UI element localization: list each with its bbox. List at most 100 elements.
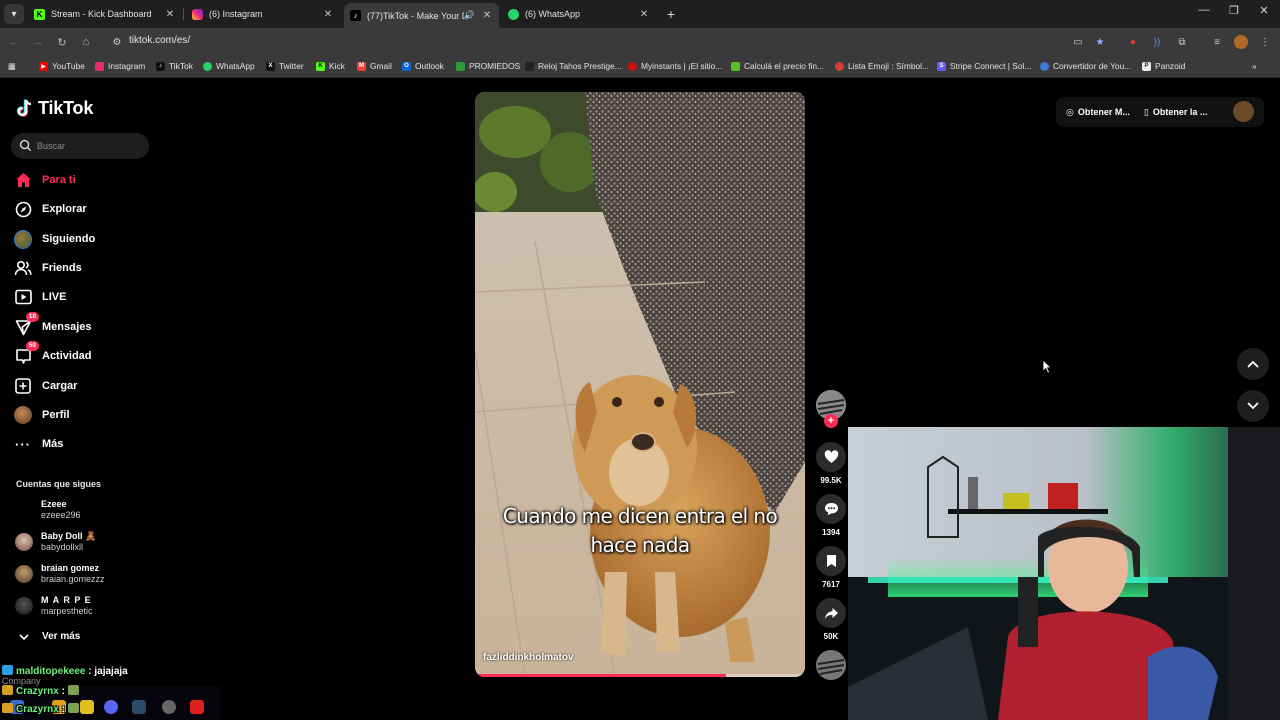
video-player[interactable]: Cuando me dicen entra el no hace nada fa… bbox=[475, 92, 805, 677]
tiktok-logo[interactable]: TikTok bbox=[16, 98, 93, 119]
reload-icon[interactable]: ↻ bbox=[54, 34, 70, 50]
get-coins-button[interactable]: ◎ Obtener M... bbox=[1066, 107, 1130, 118]
nav-perfil[interactable]: Perfil bbox=[14, 404, 70, 426]
bookmark-youtube[interactable]: ▶ YouTube bbox=[39, 61, 85, 71]
nav-siguiendo[interactable]: Siguiendo bbox=[14, 228, 95, 250]
close-icon[interactable]: ✕ bbox=[481, 10, 493, 21]
music-disc[interactable] bbox=[814, 650, 848, 680]
bookmark-outlook[interactable]: O Outlook bbox=[402, 61, 444, 71]
explorer-icon[interactable] bbox=[80, 700, 94, 714]
nav-cargar[interactable]: Cargar bbox=[14, 375, 77, 397]
tab-tiktok[interactable]: ♪ (77)TikTok - Make Your Day 🔊 ✕ bbox=[344, 3, 499, 28]
extensions-puzzle-icon[interactable]: ⧉ bbox=[1175, 35, 1189, 49]
home-page-icon[interactable]: ⌂ bbox=[78, 34, 94, 50]
forward-arrow-icon[interactable]: → bbox=[30, 34, 46, 50]
bookmark-myinstants[interactable]: Myinstants | ¡El sitio... bbox=[628, 61, 722, 71]
comment-button[interactable]: 1394 bbox=[814, 494, 848, 537]
nav-label: Actividad bbox=[42, 350, 92, 362]
share-button[interactable]: 50K bbox=[814, 598, 848, 641]
search-input[interactable] bbox=[37, 138, 142, 154]
restore-icon[interactable]: ❐ bbox=[1224, 4, 1244, 17]
youtube-icon[interactable] bbox=[190, 700, 204, 714]
reading-list-icon[interactable]: ≡ bbox=[1210, 35, 1224, 49]
site-info-icon[interactable]: ⚙ bbox=[110, 35, 124, 49]
minimize-icon[interactable]: — bbox=[1194, 4, 1214, 16]
bookmark-twitter[interactable]: X Twitter bbox=[266, 61, 304, 71]
nav-mensajes[interactable]: 18 Mensajes bbox=[14, 312, 92, 338]
extension-audio-icon[interactable]: )) bbox=[1150, 35, 1164, 49]
user-avatar[interactable] bbox=[1233, 101, 1254, 122]
following-account[interactable]: M A R P E marpesthetic bbox=[15, 595, 93, 617]
bookmark-whatsapp[interactable]: WhatsApp bbox=[203, 61, 255, 71]
nav-mas[interactable]: ··· Más bbox=[14, 433, 63, 455]
url-field[interactable]: ⚙ tiktok.com/es/ bbox=[104, 31, 1104, 53]
tab-search-icon[interactable]: ▾ bbox=[4, 4, 24, 24]
apps-grid-icon[interactable]: ▦ bbox=[8, 61, 16, 71]
creator-follow[interactable]: + bbox=[814, 390, 848, 430]
see-more-button[interactable]: Ver más bbox=[19, 631, 80, 642]
following-account[interactable]: Baby Doll 🧸 babydollxll bbox=[15, 531, 96, 553]
search-box[interactable] bbox=[11, 133, 149, 159]
bookmark-panzoid[interactable]: P Panzoid bbox=[1142, 61, 1185, 71]
bookmark-promiedos[interactable]: PROMIEDOS bbox=[456, 61, 520, 71]
like-button[interactable]: 99.5K bbox=[814, 442, 848, 485]
nav-live[interactable]: LIVE bbox=[14, 286, 66, 308]
chat-message: Crazyrnx : bbox=[2, 685, 82, 697]
video-progress-fill bbox=[475, 674, 726, 677]
bookmark-calcula[interactable]: Calculá el precio fin... bbox=[731, 61, 824, 71]
emote-icon bbox=[67, 703, 79, 713]
chevron-up-icon bbox=[1247, 360, 1259, 368]
close-icon[interactable]: ✕ bbox=[638, 9, 650, 20]
close-icon[interactable]: ✕ bbox=[322, 9, 334, 20]
profile-avatar-icon[interactable] bbox=[1234, 35, 1248, 49]
get-app-button[interactable]: ▯ Obtener la ... bbox=[1144, 107, 1207, 118]
tab-instagram[interactable]: (6) Instagram ✕ bbox=[186, 3, 340, 25]
avatar bbox=[15, 501, 33, 519]
discord-icon[interactable] bbox=[104, 700, 118, 714]
steam-icon[interactable] bbox=[132, 700, 146, 714]
bookmark-emoji[interactable]: Lista Emoji : Símbol... bbox=[835, 61, 929, 71]
close-icon[interactable]: ✕ bbox=[164, 9, 176, 20]
tiktok-page: TikTok Para ti Explorar Siguiendo Friend… bbox=[0, 78, 1280, 720]
cast-icon[interactable]: ▭ bbox=[1071, 35, 1085, 49]
nav-para-ti[interactable]: Para ti bbox=[14, 169, 76, 191]
bookmark-convertidor[interactable]: Convertidor de You... bbox=[1040, 61, 1131, 71]
more-bookmarks-icon[interactable]: » bbox=[1252, 61, 1257, 71]
bookmark-stripe[interactable]: S Stripe Connect | Sol... bbox=[937, 61, 1031, 71]
nav-friends[interactable]: Friends bbox=[14, 257, 82, 279]
share-count: 50K bbox=[823, 632, 839, 641]
video-progress-bar[interactable] bbox=[475, 674, 805, 677]
bookmark-reloj[interactable]: Reloj Tahos Prestige... bbox=[525, 61, 622, 71]
new-tab-button[interactable]: + bbox=[662, 5, 680, 23]
following-account[interactable]: Ezeee ezeee296 bbox=[15, 499, 81, 521]
tab-whatsapp[interactable]: (6) WhatsApp ✕ bbox=[502, 3, 656, 25]
next-video-button[interactable] bbox=[1237, 390, 1269, 422]
obs-icon[interactable] bbox=[162, 700, 176, 714]
youtube-icon: ▶ bbox=[39, 61, 48, 71]
chat-message: Crazyrnx : bbox=[2, 703, 82, 715]
extension-red-icon[interactable]: ● bbox=[1126, 35, 1140, 49]
tab-title: (77)TikTok - Make Your Day bbox=[367, 10, 464, 21]
avatar bbox=[15, 597, 33, 615]
follow-plus-icon[interactable]: + bbox=[824, 414, 838, 428]
previous-video-button[interactable] bbox=[1237, 348, 1269, 380]
back-arrow-icon[interactable]: ← bbox=[6, 34, 22, 50]
bookmark-star-icon[interactable]: ★ bbox=[1093, 35, 1107, 49]
avatar bbox=[15, 565, 33, 583]
kebab-menu-icon[interactable]: ⋮ bbox=[1258, 35, 1272, 49]
nav-explorar[interactable]: Explorar bbox=[14, 198, 87, 220]
video-author[interactable]: fazliddinkholmatov bbox=[483, 652, 574, 663]
nav-actividad[interactable]: 59 Actividad bbox=[14, 341, 92, 367]
tab-kick-dashboard[interactable]: K Stream - Kick Dashboard ✕ bbox=[28, 3, 182, 25]
speaker-icon[interactable]: 🔊 bbox=[464, 10, 475, 21]
chat-badge-icon bbox=[2, 685, 13, 695]
bookmark-instagram[interactable]: Instagram bbox=[95, 61, 145, 71]
following-account[interactable]: braian gomez braian.gomezzz bbox=[15, 563, 105, 585]
top-right-bar: ◎ Obtener M... ▯ Obtener la ... bbox=[1056, 97, 1264, 127]
bookmark-gmail[interactable]: M Gmail bbox=[357, 61, 392, 71]
bookmark-tiktok[interactable]: ♪ TikTok bbox=[156, 61, 193, 71]
bookmark-kick[interactable]: K Kick bbox=[316, 61, 345, 71]
save-button[interactable]: 7617 bbox=[814, 546, 848, 589]
x-twitter-icon: X bbox=[266, 61, 275, 71]
close-window-icon[interactable]: ✕ bbox=[1254, 4, 1274, 17]
